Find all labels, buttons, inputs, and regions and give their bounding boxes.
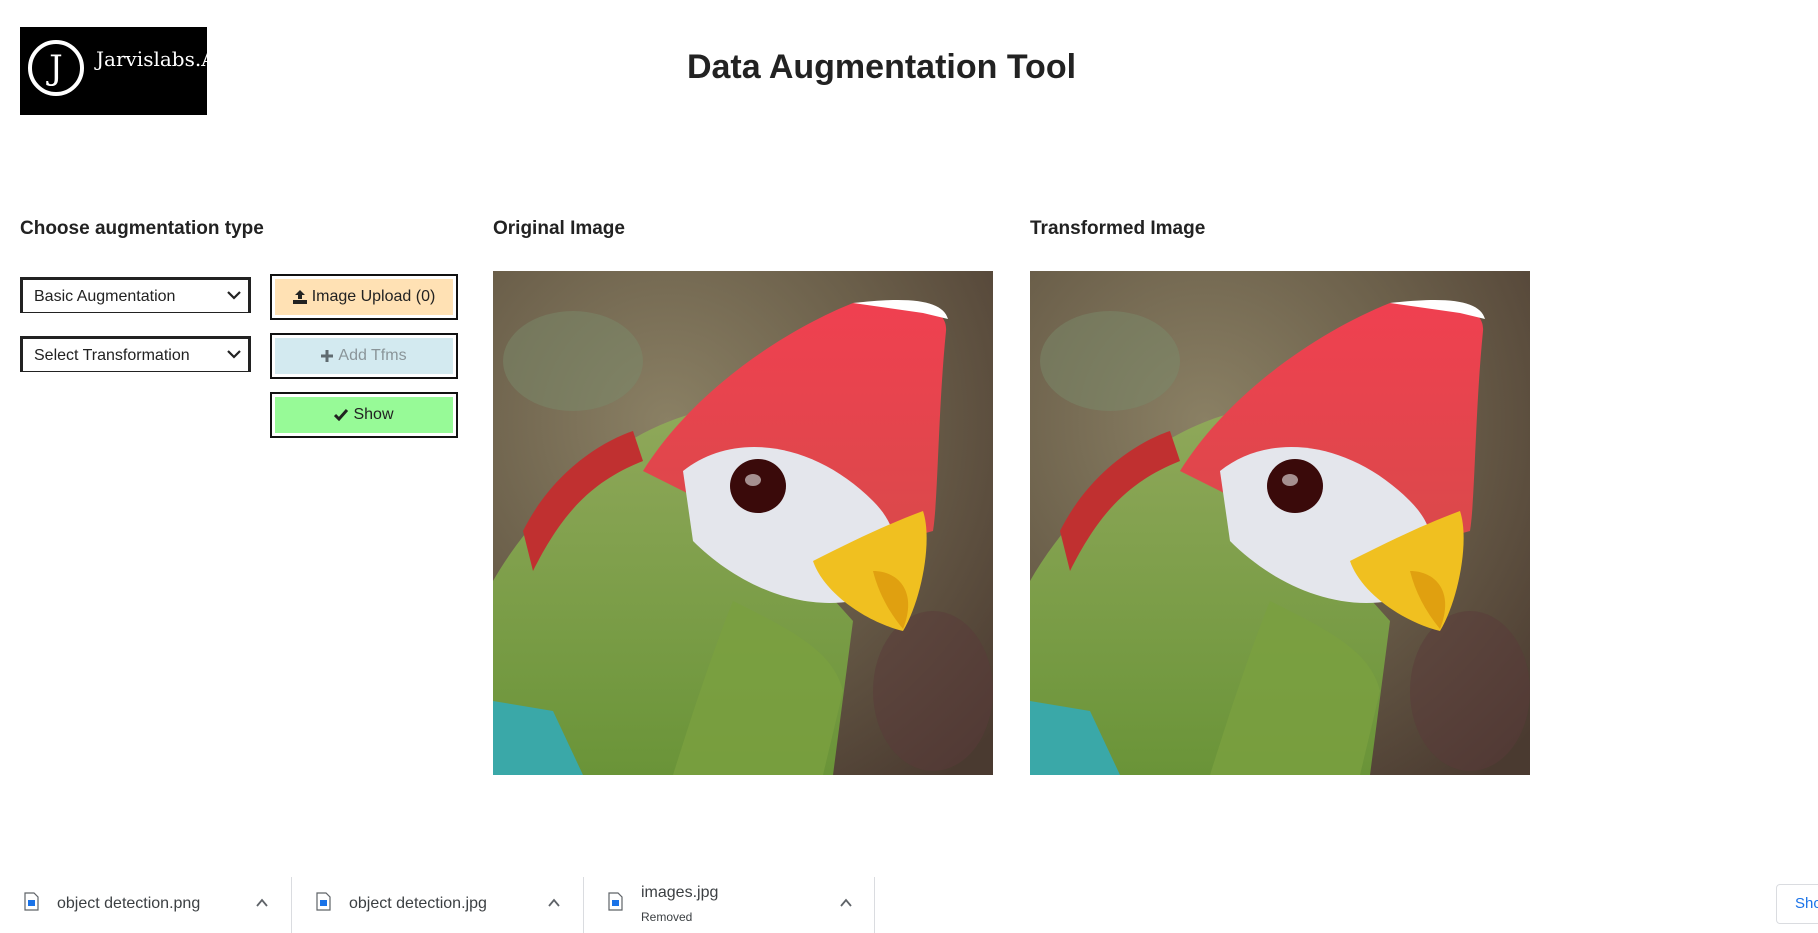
download-item[interactable]: object detection.jpg <box>292 850 582 933</box>
add-tfms-label: Add Tfms <box>338 347 407 364</box>
image-file-icon <box>24 892 39 911</box>
augmentation-heading: Choose augmentation type <box>20 218 264 239</box>
page: J Jarvislabs.Ai Data Augmentation Tool C… <box>0 0 1818 933</box>
augmentation-type-select[interactable]: Basic Augmentation <box>20 277 251 313</box>
transformed-image <box>1030 271 1530 775</box>
augmentation-type-value: Basic Augmentation <box>34 288 176 305</box>
show-button[interactable]: Show <box>270 392 458 438</box>
download-divider <box>874 877 875 933</box>
chevron-up-icon[interactable] <box>255 896 269 910</box>
download-filename: images.jpg <box>641 884 719 901</box>
image-upload-button-face: Image Upload (0) <box>275 279 453 315</box>
plus-icon <box>321 350 334 362</box>
image-file-icon <box>608 892 623 911</box>
image-upload-button[interactable]: Image Upload (0) <box>270 274 458 320</box>
add-tfms-button[interactable]: Add Tfms <box>270 333 458 379</box>
download-item[interactable]: images.jpg Removed <box>584 850 874 933</box>
bird-picture <box>493 271 993 775</box>
chevron-up-icon[interactable] <box>547 896 561 910</box>
page-title: Data Augmentation Tool <box>686 48 1077 86</box>
download-bar: object detection.png object detection.jp… <box>0 850 1818 933</box>
transformed-image-heading: Transformed Image <box>1030 218 1206 239</box>
add-tfms-button-face: Add Tfms <box>275 338 453 374</box>
upload-icon <box>292 290 307 304</box>
image-file-icon <box>316 892 331 911</box>
download-item[interactable]: object detection.png <box>0 850 290 933</box>
download-filename: object detection.jpg <box>349 895 487 912</box>
chevron-down-icon <box>227 350 241 359</box>
chevron-down-icon <box>227 291 241 300</box>
image-upload-label: Image Upload (0) <box>311 288 436 305</box>
download-status: Removed <box>641 910 693 924</box>
show-button-face: Show <box>275 397 453 433</box>
download-filename: object detection.png <box>57 895 201 912</box>
show-label: Show <box>353 406 394 423</box>
original-image-heading: Original Image <box>493 218 625 239</box>
bird-picture <box>1030 271 1530 775</box>
show-all-button[interactable]: Show all <box>1776 884 1818 924</box>
transformation-select[interactable]: Select Transformation <box>20 336 251 372</box>
checkmark-icon <box>334 409 349 421</box>
chevron-up-icon[interactable] <box>839 896 853 910</box>
transformation-value: Select Transformation <box>34 347 190 364</box>
original-image <box>493 271 993 775</box>
